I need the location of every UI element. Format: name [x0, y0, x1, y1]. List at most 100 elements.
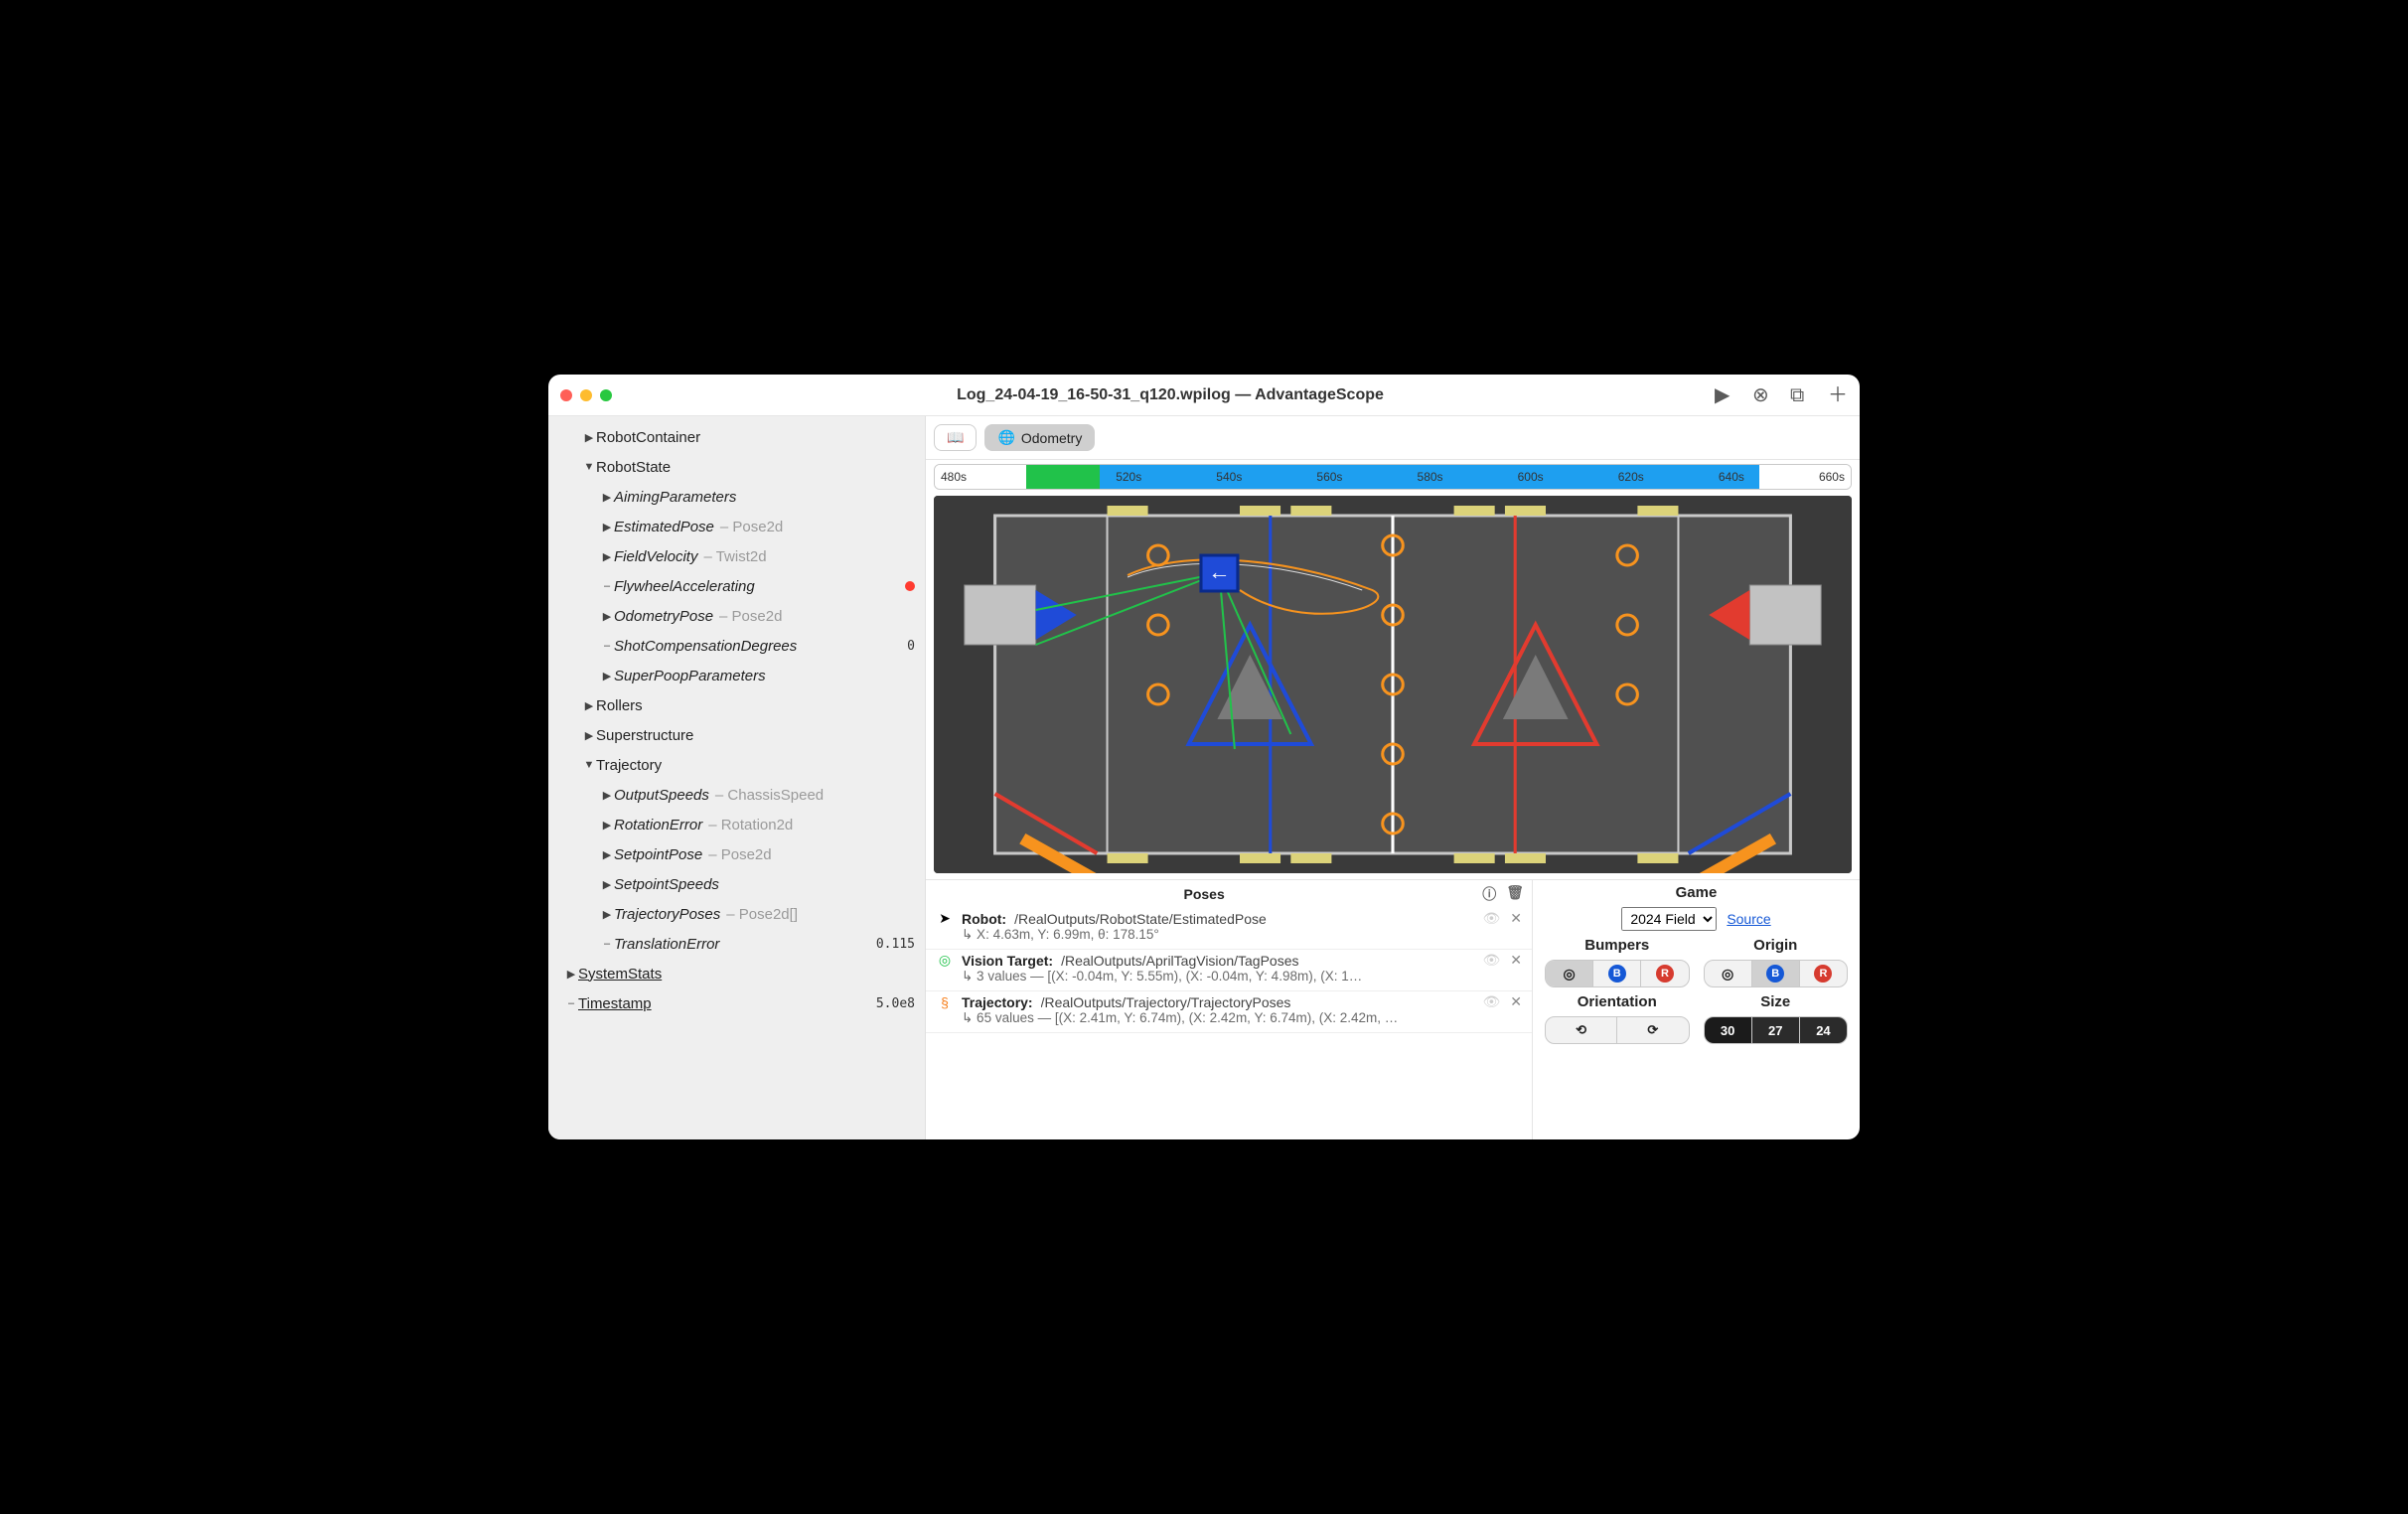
- bumpers-auto-button[interactable]: ◎: [1546, 961, 1593, 986]
- timeline-tick: 480s: [941, 470, 967, 484]
- size-24-button[interactable]: 24: [1800, 1017, 1847, 1043]
- timeline-tick: 640s: [1719, 470, 1744, 484]
- tree-type: – Pose2d: [720, 519, 783, 535]
- minimize-icon[interactable]: [580, 389, 592, 401]
- pose-detail: ↳ 3 values — [(X: -0.04m, Y: 5.55m), (X:…: [936, 969, 1522, 984]
- tree-value: 0.115: [868, 937, 915, 952]
- caret-icon: ▶: [600, 848, 614, 861]
- tree-item[interactable]: –ShotCompensationDegrees0: [548, 631, 925, 661]
- timeline-tick: 540s: [1216, 470, 1242, 484]
- tree-value: 5.0e8: [868, 996, 915, 1011]
- tree-item[interactable]: ▶FieldVelocity – Twist2d: [548, 541, 925, 571]
- sidebar-tree[interactable]: ▶RobotContainer▼RobotState▶AimingParamet…: [548, 416, 926, 1139]
- tab-line-graph[interactable]: 📖: [934, 424, 977, 451]
- caret-icon: ▶: [600, 908, 614, 921]
- window-controls: [560, 389, 612, 401]
- titlebar: Log_24-04-19_16-50-31_q120.wpilog — Adva…: [548, 375, 1860, 416]
- remove-icon[interactable]: ✕: [1510, 952, 1522, 969]
- tree-type: – Pose2d: [719, 608, 782, 625]
- main: 📖 🌐Odometry 480s520s540s560s580s600s620s…: [926, 416, 1860, 1139]
- bumpers-group: ◎ B R: [1545, 960, 1690, 987]
- tree-item[interactable]: ▶RobotContainer: [548, 422, 925, 452]
- size-30-button[interactable]: 30: [1705, 1017, 1752, 1043]
- pose-row[interactable]: ➤Robot: /RealOutputs/RobotState/Estimate…: [926, 908, 1532, 950]
- size-27-button[interactable]: 27: [1752, 1017, 1800, 1043]
- tab-odometry[interactable]: 🌐Odometry: [984, 424, 1095, 451]
- origin-red-button[interactable]: R: [1800, 961, 1847, 986]
- tree-item[interactable]: ▶SetpointPose – Pose2d: [548, 839, 925, 869]
- help-icon[interactable]: ⓘ: [1482, 884, 1496, 904]
- caret-icon: ▶: [582, 431, 596, 444]
- tree-item[interactable]: ▶RotationError – Rotation2d: [548, 810, 925, 839]
- tree-label: FlywheelAccelerating: [614, 578, 755, 595]
- tree-label: EstimatedPose: [614, 519, 714, 535]
- poses-panel: Poses ⓘ 🗑 ➤Robot: /RealOutputs/RobotStat…: [926, 879, 1532, 1139]
- tree-item[interactable]: ▶SetpointSpeeds: [548, 869, 925, 899]
- tree-item[interactable]: ▶Superstructure: [548, 720, 925, 750]
- tree-label: SuperPoopParameters: [614, 668, 766, 684]
- close-icon[interactable]: [560, 389, 572, 401]
- plus-icon[interactable]: ＋: [1828, 385, 1848, 405]
- pose-row[interactable]: ◎Vision Target: /RealOutputs/AprilTagVis…: [926, 950, 1532, 991]
- pose-name: Robot:: [962, 911, 1006, 927]
- rotate-ccw-button[interactable]: ⟲: [1546, 1017, 1617, 1043]
- tree-item[interactable]: ▶SystemStats: [548, 959, 925, 988]
- field-select[interactable]: 2024 Field: [1621, 907, 1717, 931]
- tree-label: SetpointPose: [614, 846, 702, 863]
- remove-icon[interactable]: ✕: [1510, 993, 1522, 1010]
- poses-title: Poses: [1183, 886, 1224, 902]
- tree-item[interactable]: ▶Rollers: [548, 690, 925, 720]
- tree-item[interactable]: ▶OdometryPose – Pose2d: [548, 601, 925, 631]
- bumpers-red-button[interactable]: R: [1641, 961, 1688, 986]
- boolean-dot-icon: [905, 581, 915, 591]
- caret-icon: ▶: [600, 819, 614, 832]
- field-view[interactable]: ←: [934, 496, 1852, 873]
- play-icon[interactable]: ▶: [1715, 385, 1734, 405]
- tree-label: RotationError: [614, 817, 702, 833]
- tree-item[interactable]: ▼Trajectory: [548, 750, 925, 780]
- origin-blue-button[interactable]: B: [1752, 961, 1800, 986]
- size-label: Size: [1704, 993, 1849, 1010]
- rotate-cw-button[interactable]: ⟳: [1617, 1017, 1688, 1043]
- tree-label: FieldVelocity: [614, 548, 697, 565]
- svg-text:←: ←: [1208, 559, 1231, 584]
- page-title: Log_24-04-19_16-50-31_q120.wpilog — Adva…: [626, 386, 1715, 404]
- remove-icon[interactable]: ✕: [1510, 910, 1522, 927]
- origin-auto-button[interactable]: ◎: [1705, 961, 1752, 986]
- tabs: 📖 🌐Odometry: [926, 416, 1860, 460]
- tree-label: TrajectoryPoses: [614, 906, 720, 923]
- auto-icon: ◎: [1722, 966, 1733, 983]
- tree-item[interactable]: ▼RobotState: [548, 452, 925, 482]
- bumpers-blue-button[interactable]: B: [1593, 961, 1641, 986]
- source-link[interactable]: Source: [1727, 911, 1770, 927]
- tree-item[interactable]: ▶TrajectoryPoses – Pose2d[]: [548, 899, 925, 929]
- tree-item[interactable]: –Timestamp5.0e8: [548, 988, 925, 1018]
- visibility-icon[interactable]: 👁: [1482, 993, 1500, 1010]
- visibility-icon[interactable]: 👁: [1482, 952, 1500, 969]
- close-circle-icon[interactable]: ⊗: [1752, 385, 1772, 405]
- game-title: Game: [1545, 884, 1848, 901]
- timeline-ticks: 480s520s540s560s580s600s620s640s660s: [935, 465, 1851, 489]
- size-group: 30 27 24: [1704, 1016, 1849, 1044]
- new-window-icon[interactable]: ⧉: [1790, 385, 1810, 405]
- tree-item[interactable]: –TranslationError0.115: [548, 929, 925, 959]
- pose-detail: ↳ X: 4.63m, Y: 6.99m, θ: 178.15°: [936, 927, 1522, 943]
- tree-item[interactable]: ▶AimingParameters: [548, 482, 925, 512]
- timeline-tick: 660s: [1819, 470, 1845, 484]
- caret-icon: ▶: [600, 878, 614, 891]
- tree-label: OutputSpeeds: [614, 787, 709, 804]
- maximize-icon[interactable]: [600, 389, 612, 401]
- tree-item[interactable]: –FlywheelAccelerating: [548, 571, 925, 601]
- orientation-group: ⟲ ⟳: [1545, 1016, 1690, 1044]
- tree-item[interactable]: ▶SuperPoopParameters: [548, 661, 925, 690]
- trash-icon[interactable]: 🗑: [1506, 884, 1524, 904]
- tree-item[interactable]: ▶EstimatedPose – Pose2d: [548, 512, 925, 541]
- caret-icon: ▼: [582, 759, 596, 771]
- timeline[interactable]: 480s520s540s560s580s600s620s640s660s: [934, 464, 1852, 490]
- tree-label: AimingParameters: [614, 489, 736, 506]
- bumpers-label: Bumpers: [1545, 937, 1690, 954]
- visibility-icon[interactable]: 👁: [1482, 910, 1500, 927]
- chart-icon: 📖: [947, 429, 964, 446]
- pose-row[interactable]: §Trajectory: /RealOutputs/Trajectory/Tra…: [926, 991, 1532, 1033]
- tree-item[interactable]: ▶OutputSpeeds – ChassisSpeed: [548, 780, 925, 810]
